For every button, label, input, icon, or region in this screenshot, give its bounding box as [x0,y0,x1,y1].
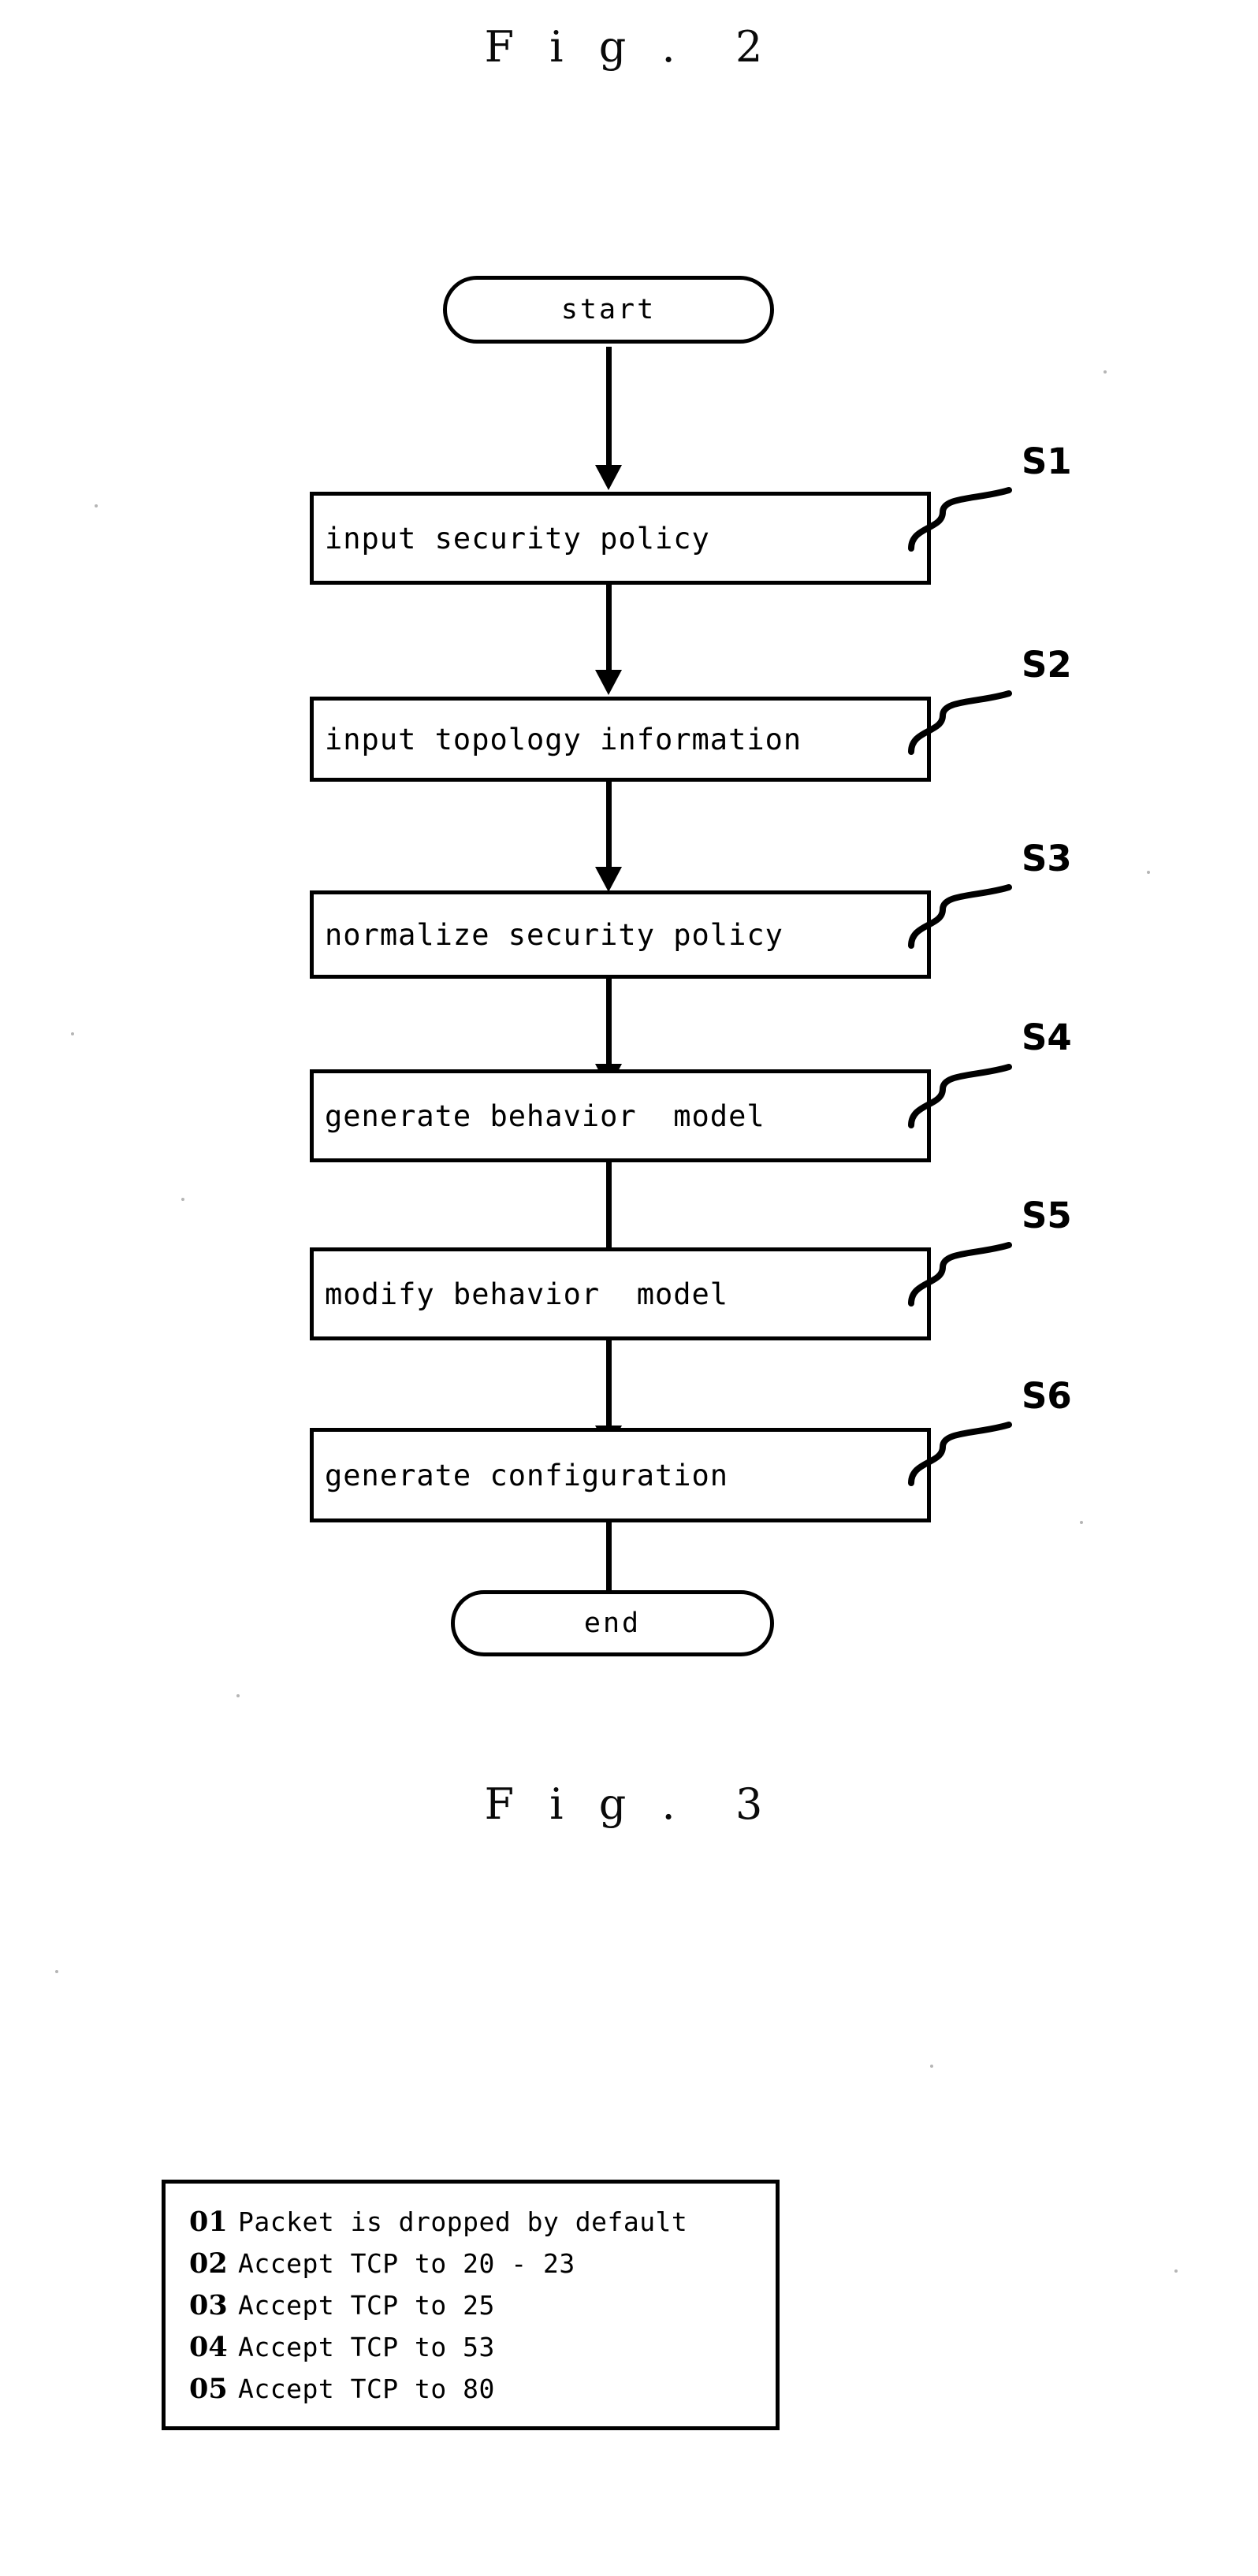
scan-speckle [71,1032,74,1035]
step-s2-label: input topology information [325,722,802,756]
code-line-number: 03 [189,2289,228,2321]
scan-speckle [930,2065,933,2068]
leader-line-s4 [908,1064,1012,1128]
leader-line-s5 [908,1242,1012,1307]
code-line-number: 05 [189,2373,228,2405]
step-label-s3: S3 [1022,838,1072,879]
step-label-s4: S4 [1022,1017,1072,1058]
code-listing-figure-3: 01 Packet is dropped by default 02 Accep… [162,2180,780,2430]
code-line-number: 01 [189,2206,228,2238]
step-s1-label: input security policy [325,521,710,556]
flowchart-step-s4-box: generate behavior model [310,1069,931,1162]
scan-speckle [1080,1521,1083,1524]
step-s6-label: generate configuration [325,1458,729,1492]
step-label-s2: S2 [1022,644,1072,686]
flowchart-figure-2: start input security policy S1 input top… [0,0,1258,1734]
step-s4-label: generate behavior model [325,1098,765,1133]
code-line-text: Packet is dropped by default [238,2206,688,2237]
code-line-text: Accept TCP to 53 [238,2332,495,2362]
code-line-text: Accept TCP to 25 [238,2290,495,2321]
end-node-label: end [583,1608,642,1639]
code-line: 05 Accept TCP to 80 [189,2373,776,2414]
scan-speckle [236,1694,240,1697]
step-s5-label: modify behavior model [325,1277,729,1311]
leader-line-s1 [908,487,1012,552]
scan-speckle [95,504,98,507]
step-label-s1: S1 [1022,440,1072,482]
flowchart-start-node: start [443,276,774,344]
scan-speckle [181,1198,184,1201]
scan-speckle [1147,871,1150,874]
flowchart-end-node: end [451,1590,774,1656]
step-label-s6: S6 [1022,1375,1072,1417]
flowchart-step-s3-box: normalize security policy [310,890,931,979]
scan-speckle [55,1970,58,1973]
code-line: 04 Accept TCP to 53 [189,2331,776,2373]
flowchart-step-s5-box: modify behavior model [310,1247,931,1340]
figure-3-title: F i g . 3 [484,1779,774,1829]
start-node-label: start [560,294,657,325]
flowchart-step-s2-box: input topology information [310,697,931,782]
leader-line-s2 [908,690,1012,755]
flowchart-step-s1-box: input security policy [310,492,931,585]
scan-speckle [1104,370,1107,374]
step-label-s5: S5 [1022,1195,1072,1236]
code-line-text: Accept TCP to 20 - 23 [238,2248,575,2279]
code-line-number: 02 [189,2247,228,2280]
code-line: 02 Accept TCP to 20 - 23 [189,2247,776,2289]
step-s3-label: normalize security policy [325,917,783,952]
scan-speckle [1174,2269,1178,2273]
leader-line-s6 [908,1422,1012,1486]
flowchart-step-s6-box: generate configuration [310,1428,931,1522]
code-line: 03 Accept TCP to 25 [189,2289,776,2331]
code-line-number: 04 [189,2331,228,2363]
code-line-text: Accept TCP to 80 [238,2373,495,2404]
leader-line-s3 [908,884,1012,949]
code-line: 01 Packet is dropped by default [189,2206,776,2247]
